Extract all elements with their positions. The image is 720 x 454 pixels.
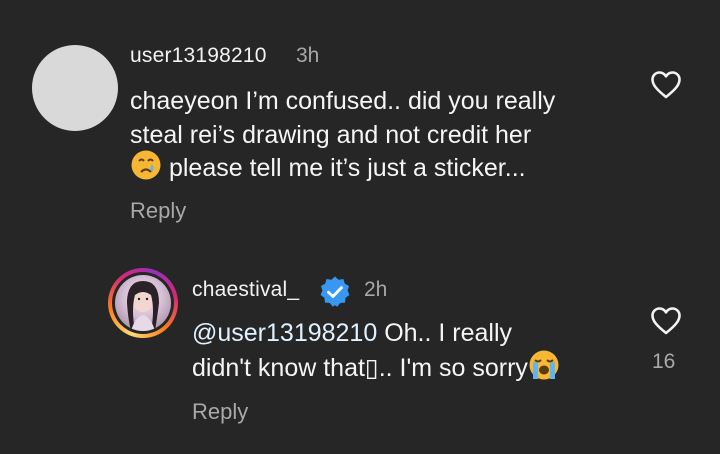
reply-reply-button[interactable]: Reply <box>192 399 248 425</box>
crying-face-emoji-icon <box>130 149 162 191</box>
comment-text-line-3: please tell me it’s just a sticker... <box>130 149 526 191</box>
story-ring[interactable] <box>108 268 178 338</box>
avatar <box>115 275 171 331</box>
like-count[interactable]: 16 <box>652 350 675 374</box>
avatar[interactable] <box>32 45 118 131</box>
heart-outline-icon[interactable] <box>650 306 682 336</box>
verified-badge-icon <box>320 276 350 307</box>
comment-reply-button[interactable]: Reply <box>130 198 186 224</box>
reply-text-line-1: @user13198210 Oh.. I really <box>192 315 512 351</box>
comment-time: 3h <box>296 44 320 67</box>
comment-text-line-1: chaeyeon I’m confused.. did you really <box>130 87 556 115</box>
comment-username[interactable]: user13198210 <box>130 44 267 68</box>
reply-text-line-2: didn't know that▯.. I'm so sorry <box>192 349 560 391</box>
reply-text-line-2-text: didn't know that▯.. I'm so sorry <box>192 354 528 382</box>
heart-outline-icon[interactable] <box>650 70 682 100</box>
reply-time: 2h <box>364 278 388 301</box>
comment-text-line-3-text: please tell me it’s just a sticker... <box>168 154 526 182</box>
reply-text-line-1-rest: Oh.. I really <box>377 319 513 347</box>
loudly-crying-face-emoji-icon <box>528 349 560 391</box>
comment-text-line-2: steal rei’s drawing and not credit her <box>130 121 532 149</box>
reply-username[interactable]: chaestival_ <box>192 278 299 302</box>
mention-link[interactable]: @user13198210 <box>192 319 377 347</box>
